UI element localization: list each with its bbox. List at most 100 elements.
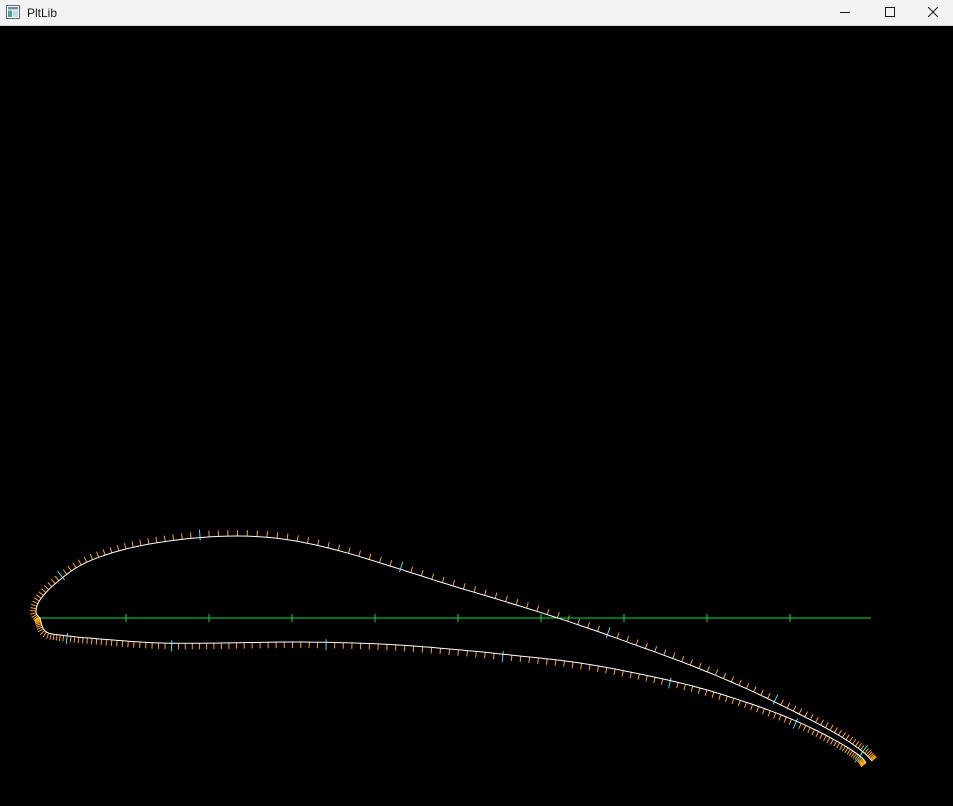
lower-surface-normal-tick [62, 635, 65, 642]
app-window-icon [6, 5, 20, 19]
upper-surface-normal-tick [753, 686, 757, 693]
upper-surface-normal-tick [587, 622, 591, 629]
upper-surface-normal-tick [804, 711, 808, 718]
lower-surface-normal-tick [621, 670, 624, 677]
lower-surface-normal-tick [58, 634, 61, 642]
upper-surface-normal-tick [410, 566, 414, 573]
upper-surface-normal-tick [833, 727, 838, 733]
upper-surface-normal-tick [829, 724, 834, 731]
lower-surface-normal-tick [127, 641, 129, 648]
panel-normals [29, 529, 877, 767]
upper-surface-normal-tick [473, 586, 477, 593]
upper-surface-normal-tick [30, 607, 37, 610]
upper-surface-normal-tick [738, 679, 742, 686]
title-bar[interactable]: PltLib [0, 0, 953, 26]
upper-surface-normal-tick [556, 612, 560, 619]
lower-surface-normal-tick [563, 660, 565, 667]
upper-surface-normal-tick [102, 549, 106, 556]
lower-surface-normal-tick [676, 682, 679, 689]
upper-surface-normal-tick [389, 560, 393, 567]
upper-surface-normal-tick [33, 597, 40, 602]
upper-surface-normal-tick [276, 532, 279, 539]
upper-surface-normal-tick [139, 539, 142, 546]
upper-surface-normal-tick [452, 579, 456, 587]
upper-surface-normal-tick [181, 533, 183, 540]
lower-surface-normal-tick [439, 648, 441, 655]
upper-surface-normal-tick [644, 642, 648, 649]
upper-surface-normal-tick [798, 708, 803, 715]
lower-surface-normal-tick [819, 733, 823, 740]
airfoil-plot [29, 529, 877, 767]
upper-surface-normal-tick [745, 682, 750, 689]
lower-surface-normal-tick [846, 749, 851, 755]
upper-surface-normal-tick [852, 738, 857, 745]
lower-surface-normal-tick [773, 712, 777, 719]
lower-surface-normal-tick [802, 725, 807, 732]
lower-surface-normal-tick [783, 716, 787, 723]
close-button[interactable] [913, 0, 953, 26]
upper-surface-normal-tick [155, 536, 158, 543]
upper-surface-normal-tick [96, 551, 100, 558]
lower-surface-normal-tick [571, 661, 574, 669]
lower-surface-normal-tick [430, 647, 433, 654]
lower-surface-normal-tick [839, 744, 844, 750]
upper-surface-normal-tick [689, 659, 693, 666]
upper-surface-normal-tick [860, 744, 865, 751]
maximize-icon [885, 4, 895, 22]
lower-surface-normal-tick [510, 655, 513, 662]
lower-surface-normal-tick [82, 637, 84, 644]
upper-surface-normal-tick [792, 705, 797, 712]
window-title: PltLib [27, 6, 58, 20]
lower-surface-normal-tick [823, 735, 827, 742]
lower-surface-normal-tick [36, 624, 43, 628]
upper-surface-normal-tick [116, 544, 120, 552]
lower-surface-normal-tick [95, 638, 98, 645]
lower-surface-normal-tick [91, 638, 93, 645]
lower-surface-normal-tick [836, 742, 841, 749]
lower-surface-normal-tick [605, 667, 608, 674]
lower-surface-normal-tick [37, 628, 44, 633]
lower-surface-normal-tick [519, 656, 522, 663]
upper-surface-normal-tick [327, 541, 330, 549]
minimize-button[interactable] [822, 0, 868, 26]
lower-surface-normal-tick [815, 731, 820, 738]
upper-surface-normal-tick [38, 591, 44, 596]
lower-surface-normal-tick [737, 700, 741, 707]
plot-canvas[interactable] [0, 26, 953, 806]
upper-surface-normal-tick [848, 736, 854, 743]
lower-surface-normal-tick [829, 739, 834, 745]
upper-surface-normal-tick [526, 602, 529, 609]
app-window: PltLib [0, 0, 953, 806]
upper-surface-normal-tick [841, 732, 847, 738]
upper-surface-normal-tick [786, 702, 791, 709]
upper-surface-normal-tick [30, 612, 37, 615]
lower-surface-normal-tick [718, 693, 722, 700]
lower-surface-normal-tick [637, 673, 640, 680]
upper-surface-normal-tick [358, 550, 361, 557]
upper-surface-normal-tick [505, 595, 508, 602]
lower-surface-normal-tick [613, 668, 616, 675]
maximize-button[interactable] [867, 0, 913, 26]
upper-surface-normal-tick [838, 729, 843, 736]
lower-surface-normal-tick [39, 630, 45, 636]
upper-surface-normal-tick [809, 714, 814, 720]
lower-surface-normal-tick [448, 648, 450, 655]
lower-surface-normal-tick [767, 710, 771, 717]
lower-surface-normal-tick [77, 637, 80, 644]
lower-surface-normal-tick [762, 708, 765, 715]
airfoil-outline [35, 535, 873, 764]
lower-surface-normal-tick [528, 656, 531, 664]
upper-surface-normal-tick [198, 529, 201, 541]
lower-surface-normal-tick [86, 637, 88, 644]
lower-surface-normal-tick [833, 740, 838, 747]
upper-surface-normal-tick [714, 669, 719, 676]
lower-surface-normal-tick [55, 634, 58, 641]
lower-surface-normal-tick [501, 651, 504, 663]
lower-surface-normal-tick [105, 639, 108, 646]
upper-surface-normal-tick [306, 537, 310, 544]
lower-surface-normal-tick [537, 657, 539, 664]
lower-surface-normal-tick [73, 636, 76, 643]
upper-surface-normal-tick [825, 722, 829, 728]
lower-surface-normal-tick [554, 659, 557, 666]
lower-surface-normal-tick [36, 626, 43, 630]
